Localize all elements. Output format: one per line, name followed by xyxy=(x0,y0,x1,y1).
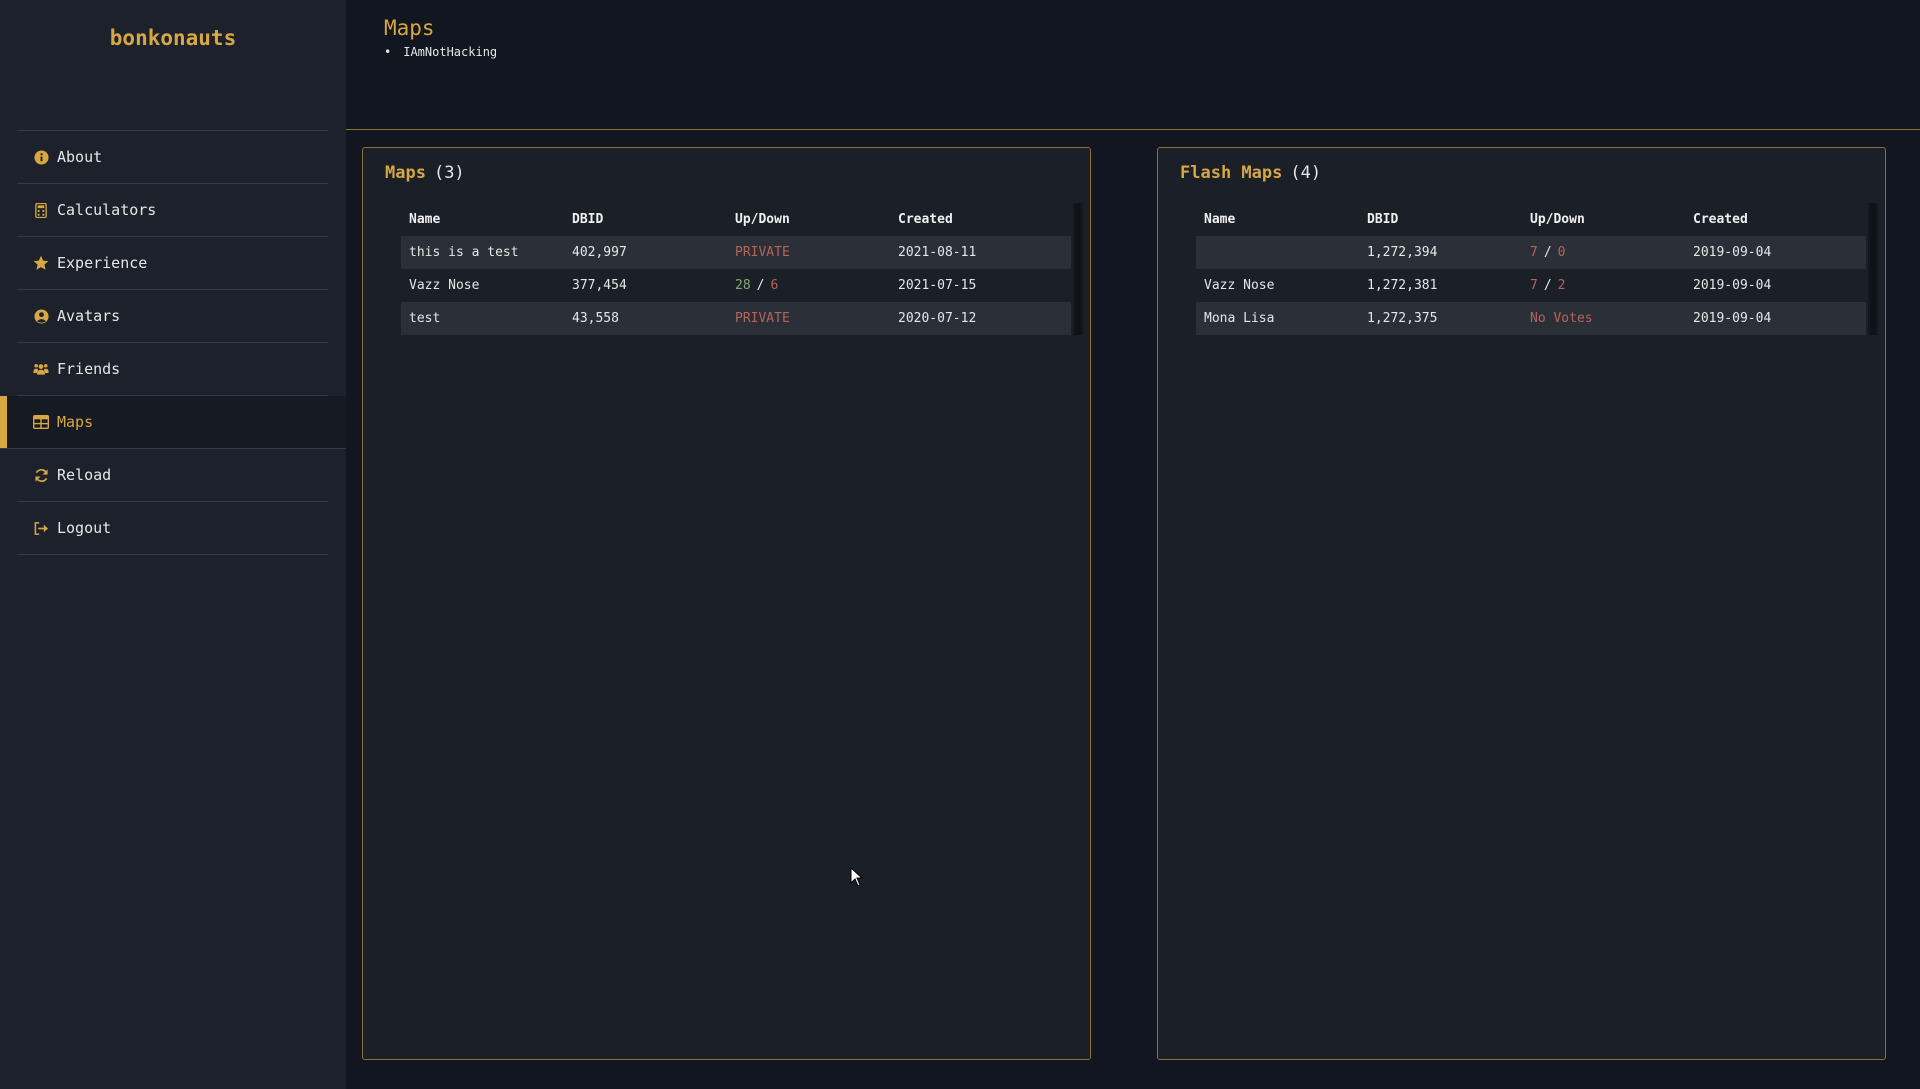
sidebar-item-label: Experience xyxy=(57,254,148,272)
maps-scrollbar[interactable] xyxy=(1073,203,1083,335)
map-votes: 7 / 2 xyxy=(1522,278,1685,293)
page-title: Maps xyxy=(384,16,435,40)
sidebar-item-reload[interactable]: Reload xyxy=(17,449,328,502)
upvotes: 7 xyxy=(1530,278,1538,293)
map-name: this is a test xyxy=(409,245,519,260)
sidebar-item-maps[interactable]: Maps xyxy=(0,396,346,449)
maps-panel-label: Maps xyxy=(385,163,426,183)
map-created: 2019-09-04 xyxy=(1693,245,1772,260)
scrollbar-thumb[interactable] xyxy=(1075,203,1081,335)
map-created: 2021-08-11 xyxy=(898,245,977,260)
column-header-dbid[interactable]: DBID xyxy=(564,212,727,227)
vote-separator: / xyxy=(1543,278,1552,293)
maps-panel-title: Maps (3) xyxy=(385,163,465,183)
column-header-created[interactable]: Created xyxy=(890,212,1071,227)
map-dbid: 1,272,394 xyxy=(1367,245,1438,260)
table-header: Name DBID Up/Down Created xyxy=(401,203,1071,236)
user-list: IAmNotHacking xyxy=(384,45,497,59)
sidebar-item-label: Maps xyxy=(57,413,94,431)
mouse-cursor-icon xyxy=(850,866,864,887)
table-row[interactable]: Vazz Nose 1,272,381 7 / 2 2019-09-04 xyxy=(1196,269,1866,302)
sidebar-item-calculators[interactable]: Calculators xyxy=(17,184,328,237)
user-circle-icon xyxy=(33,308,49,324)
sidebar-item-label: Logout xyxy=(57,519,112,537)
user-list-item: IAmNotHacking xyxy=(384,45,497,59)
downvotes: 6 xyxy=(770,278,779,293)
vote-separator: / xyxy=(756,278,765,293)
sidebar-item-about[interactable]: About xyxy=(17,131,328,184)
column-header-updown[interactable]: Up/Down xyxy=(727,212,890,227)
flash-maps-scrollbar[interactable] xyxy=(1868,203,1878,335)
flash-maps-panel-label: Flash Maps xyxy=(1180,163,1283,183)
sidebar-item-label: Calculators xyxy=(57,201,157,219)
sidebar: bonkonauts About Calculators Experience … xyxy=(0,0,346,1089)
map-dbid: 43,558 xyxy=(572,311,619,326)
sidebar-item-label: Avatars xyxy=(57,307,121,325)
map-dbid: 1,272,381 xyxy=(1367,278,1438,293)
sidebar-item-logout[interactable]: Logout xyxy=(17,502,328,555)
map-votes: 7 / 0 xyxy=(1522,245,1685,260)
map-votes: PRIVATE xyxy=(735,245,790,260)
calculator-icon xyxy=(33,202,49,218)
table-row[interactable]: Mona Lisa 1,272,375 No Votes 2019-09-04 xyxy=(1196,302,1866,335)
map-created: 2020-07-12 xyxy=(898,311,977,326)
map-votes: PRIVATE xyxy=(735,311,790,326)
map-votes: 28 / 6 xyxy=(727,278,890,293)
page-header: Maps IAmNotHacking xyxy=(346,0,1920,130)
map-created: 2019-09-04 xyxy=(1693,311,1772,326)
downvotes: 2 xyxy=(1557,278,1566,293)
map-dbid: 1,272,375 xyxy=(1367,311,1438,326)
sidebar-nav: About Calculators Experience Avatars Fri… xyxy=(0,130,346,555)
map-name: Vazz Nose xyxy=(1204,278,1275,293)
vote-separator: / xyxy=(1543,245,1552,260)
sidebar-item-friends[interactable]: Friends xyxy=(17,343,328,396)
users-icon xyxy=(33,361,49,377)
flash-maps-panel: Flash Maps (4) Name DBID Up/Down Created … xyxy=(1157,147,1886,1060)
maps-count: (3) xyxy=(433,163,465,183)
column-header-name[interactable]: Name xyxy=(1196,212,1359,227)
table-row[interactable]: Vazz Nose 377,454 28 / 6 2021-07-15 xyxy=(401,269,1071,302)
map-created: 2019-09-04 xyxy=(1693,278,1772,293)
map-votes: No Votes xyxy=(1530,311,1593,326)
info-circle-icon xyxy=(33,149,49,165)
map-name: Vazz Nose xyxy=(409,278,480,293)
table-row[interactable]: test 43,558 PRIVATE 2020-07-12 xyxy=(401,302,1071,335)
column-header-updown[interactable]: Up/Down xyxy=(1522,212,1685,227)
column-header-dbid[interactable]: DBID xyxy=(1359,212,1522,227)
sidebar-item-label: Reload xyxy=(57,466,112,484)
brand-title[interactable]: bonkonauts xyxy=(0,26,346,50)
upvotes: 7 xyxy=(1530,245,1538,260)
downvotes: 0 xyxy=(1557,245,1566,260)
map-name: test xyxy=(409,311,441,326)
column-header-name[interactable]: Name xyxy=(401,212,564,227)
maps-panel: Maps (3) Name DBID Up/Down Created this i… xyxy=(362,147,1091,1060)
flash-maps-count: (4) xyxy=(1290,163,1322,183)
column-header-created[interactable]: Created xyxy=(1685,212,1866,227)
sync-icon xyxy=(33,467,49,483)
flash-maps-panel-title: Flash Maps (4) xyxy=(1180,163,1321,183)
maps-table: Name DBID Up/Down Created this is a test… xyxy=(401,203,1071,335)
flash-maps-table: Name DBID Up/Down Created 1,272,394 7 / 0 … xyxy=(1196,203,1866,335)
sidebar-item-experience[interactable]: Experience xyxy=(17,237,328,290)
map-dbid: 377,454 xyxy=(572,278,627,293)
table-header: Name DBID Up/Down Created xyxy=(1196,203,1866,236)
table-row[interactable]: this is a test 402,997 PRIVATE 2021-08-1… xyxy=(401,236,1071,269)
sign-out-icon xyxy=(33,520,49,536)
sidebar-item-label: Friends xyxy=(57,360,121,378)
star-icon xyxy=(33,255,49,271)
map-created: 2021-07-15 xyxy=(898,278,977,293)
scrollbar-thumb[interactable] xyxy=(1870,203,1876,335)
map-name: Mona Lisa xyxy=(1204,311,1275,326)
sidebar-item-avatars[interactable]: Avatars xyxy=(17,290,328,343)
upvotes: 28 xyxy=(735,278,751,293)
table-row[interactable]: 1,272,394 7 / 0 2019-09-04 xyxy=(1196,236,1866,269)
table-icon xyxy=(33,414,49,430)
map-dbid: 402,997 xyxy=(572,245,627,260)
sidebar-item-label: About xyxy=(57,148,103,166)
